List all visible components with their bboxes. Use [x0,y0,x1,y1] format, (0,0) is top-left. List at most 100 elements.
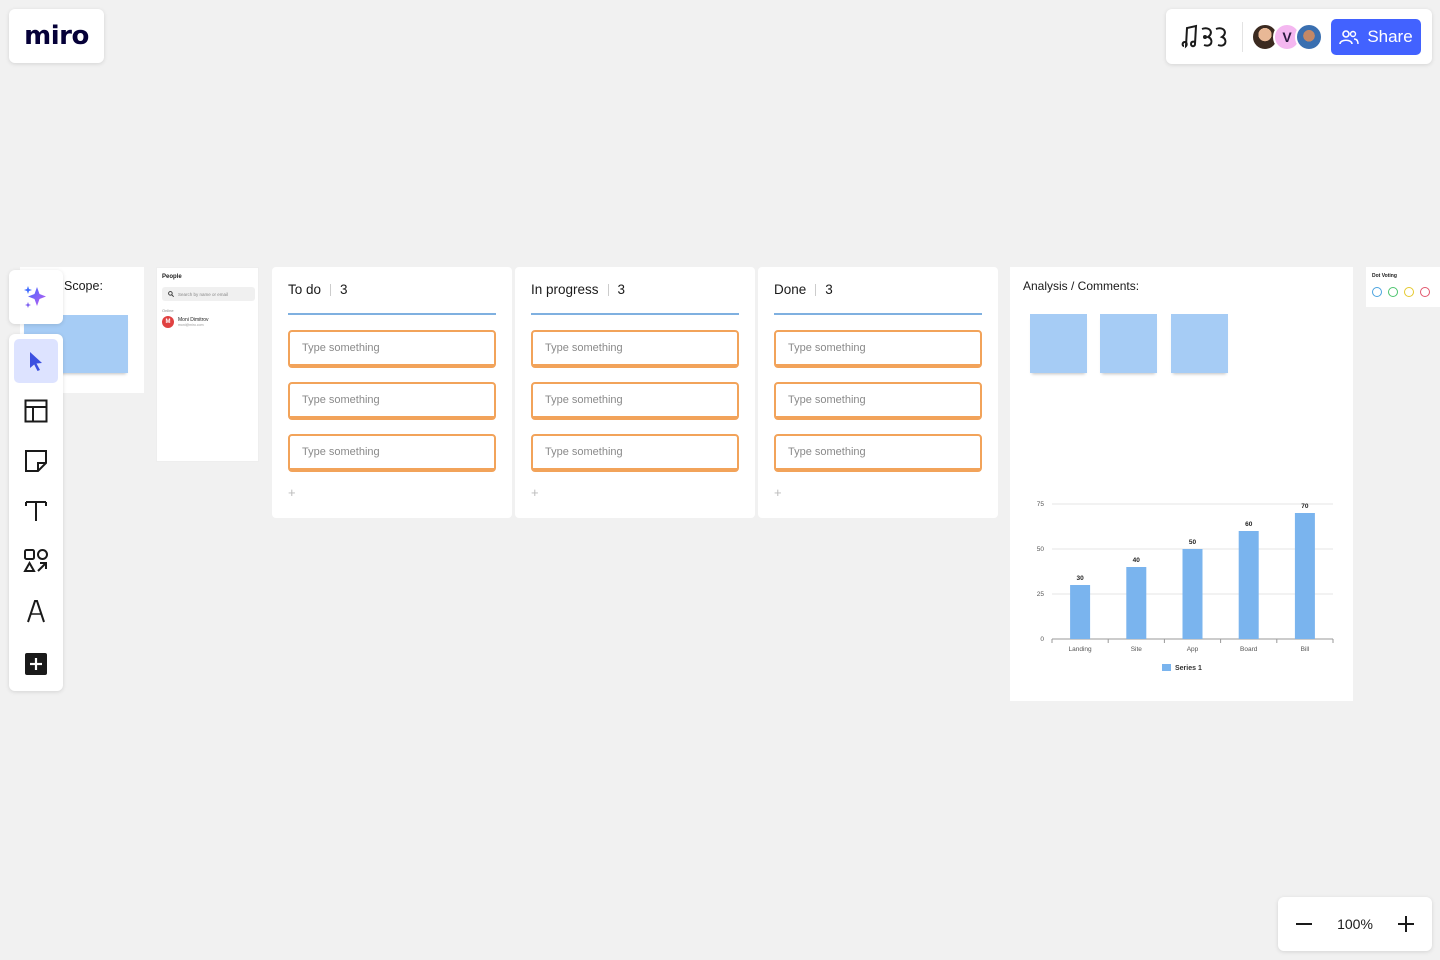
header-divider [1242,21,1243,52]
data-label: 50 [1189,539,1197,546]
column-underline [288,313,496,315]
kanban-card[interactable]: Type something [774,434,982,472]
text-tool[interactable] [14,489,58,533]
pen-tool[interactable] [14,589,58,633]
zoom-out-button[interactable] [1294,914,1314,934]
vote-dot[interactable] [1404,287,1414,297]
kanban-card[interactable]: Type something [288,330,496,368]
kanban-column-todo[interactable]: To do 3 Type something Type something Ty… [272,267,512,518]
left-toolbar [9,334,63,691]
y-tick-label: 0 [1040,636,1044,643]
column-title: To do [288,282,322,297]
x-tick-label: App [1187,646,1199,653]
column-header: In progress 3 [531,282,625,297]
kanban-column-done[interactable]: Done 3 Type something Type something Typ… [758,267,998,518]
column-count: 3 [825,282,833,297]
column-count: 3 [617,282,626,297]
ai-sparkle-icon [24,286,46,308]
zoom-level[interactable]: 100% [1337,916,1373,932]
add-more-icon [25,653,47,675]
online-label: Online [162,308,174,313]
legend-label: Series 1 [1175,665,1202,672]
board-logo-icon[interactable] [1180,22,1232,52]
shapes-tool[interactable] [14,539,58,583]
dot-voting-frame[interactable]: Dot Voting [1366,267,1440,307]
kanban-card[interactable]: Type something [288,382,496,420]
kanban-card[interactable]: Type something [531,434,739,472]
x-tick-label: Bill [1301,646,1310,653]
bar [1294,513,1315,639]
templates-tool[interactable] [14,389,58,433]
bar [1182,549,1203,639]
bar [1238,531,1259,639]
zoom-controls: 100% [1278,897,1432,951]
search-icon [168,291,174,297]
x-tick-label: Landing [1069,646,1093,653]
column-title: In progress [531,282,599,297]
column-title: Done [774,282,807,297]
dot-voting-title: Dot Voting [1372,273,1397,279]
people-panel[interactable]: People Search by name or email Online M … [156,267,259,462]
legend-swatch [1162,664,1171,671]
column-count: 3 [340,282,348,297]
kanban-card[interactable]: Type something [288,434,496,472]
vote-dot[interactable] [1372,287,1382,297]
people-search-placeholder: Search by name or email [178,291,229,297]
people-icon [1339,29,1360,44]
avatar[interactable] [1295,22,1323,51]
select-tool[interactable] [14,339,58,383]
add-card-button[interactable]: + [774,485,782,500]
x-tick-label: Board [1240,646,1258,653]
bar [1126,567,1147,639]
data-label: 70 [1301,503,1309,510]
miro-logo[interactable]: miro [9,9,104,63]
pen-icon [27,600,45,623]
collaborator-avatars[interactable]: V [1251,22,1323,51]
templates-icon [24,399,48,423]
x-tick-label: Site [1131,646,1143,653]
share-button[interactable]: Share [1331,18,1421,55]
plus-icon [1398,916,1414,932]
bar-chart[interactable]: 0 25 50 75 30 Landing 40 Site 50 App 60 Board 70 Bill… [1010,267,1353,701]
minus-icon [1296,923,1312,925]
ai-assistant-button[interactable] [9,270,63,324]
kanban-column-in-progress[interactable]: In progress 3 Type something Type someth… [515,267,755,518]
people-search-input[interactable]: Search by name or email [162,287,255,301]
y-tick-label: 25 [1037,591,1045,598]
column-underline [531,313,739,315]
add-more-tool[interactable] [14,642,58,686]
scope-title: Scope: [64,279,103,293]
shapes-icon [23,549,48,572]
kanban-card[interactable]: Type something [531,330,739,368]
data-label: 30 [1076,575,1084,582]
sticky-note-icon [25,450,47,472]
list-item[interactable]: M Moni Dimitrov moni@miro.com [162,316,209,328]
header-toolbar: V Share [1166,9,1432,64]
people-title: People [162,274,182,280]
share-label: Share [1367,26,1413,46]
zoom-in-button[interactable] [1396,914,1416,934]
avatar: M [162,316,174,328]
text-icon [25,501,47,521]
add-card-button[interactable]: + [531,485,539,500]
vote-dot[interactable] [1420,287,1430,297]
kanban-card[interactable]: Type something [774,382,982,420]
data-label: 40 [1133,557,1141,564]
column-divider [330,283,332,296]
y-tick-label: 50 [1037,546,1045,553]
member-email: moni@miro.com [178,323,204,327]
column-header: Done 3 [774,282,833,297]
kanban-card[interactable]: Type something [531,382,739,420]
analysis-frame[interactable]: Analysis / Comments: 0 25 50 75 30 Landing 40 S… [1010,267,1353,701]
sticky-note-tool[interactable] [14,439,58,483]
bar [1070,585,1091,639]
add-card-button[interactable]: + [288,485,296,500]
y-tick-label: 75 [1037,501,1045,508]
data-label: 60 [1245,521,1253,528]
select-cursor-icon [30,352,42,371]
column-underline [774,313,982,315]
vote-dot[interactable] [1388,287,1398,297]
kanban-card[interactable]: Type something [774,330,982,368]
logo-text: miro [24,21,89,51]
voting-dots [1372,287,1430,297]
